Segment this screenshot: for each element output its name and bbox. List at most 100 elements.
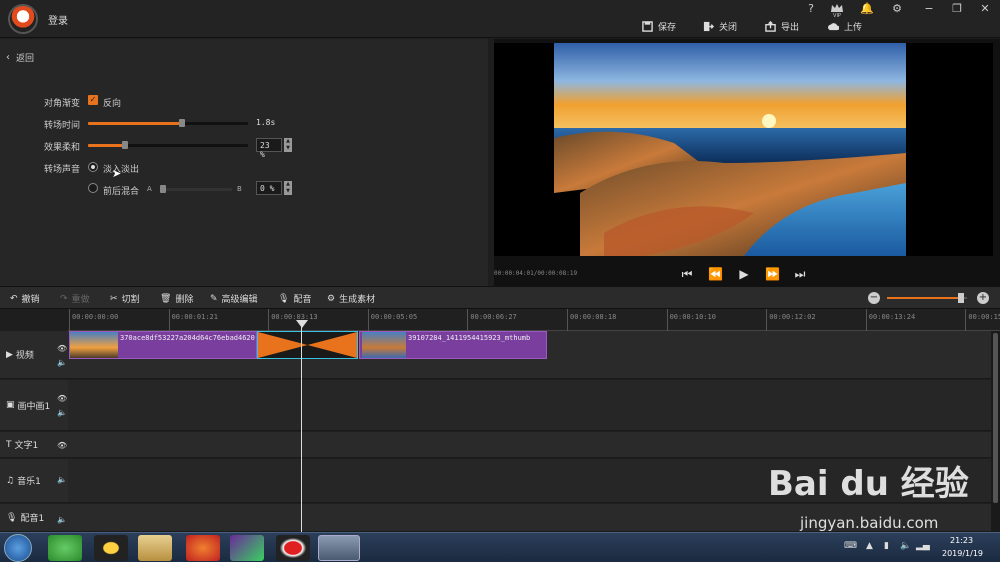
skip-start-icon[interactable]: ⏮ xyxy=(680,267,694,281)
softness-slider-handle[interactable] xyxy=(122,141,128,149)
flag-icon[interactable]: ▲ xyxy=(866,541,873,551)
reverse-checkbox[interactable]: ✓ xyxy=(88,95,98,105)
speaker-icon[interactable]: 🔈 xyxy=(57,515,67,524)
duration-slider-handle[interactable] xyxy=(179,119,185,127)
help-icon[interactable]: ? xyxy=(800,2,822,15)
taskbar-app-recorder[interactable] xyxy=(276,535,310,561)
mix-input[interactable]: 0 % xyxy=(256,181,282,195)
vip-icon[interactable]: VIP xyxy=(826,4,848,19)
clock-time[interactable]: 21:23 xyxy=(950,536,973,545)
undo-label: 撤销 xyxy=(21,295,40,305)
login-link[interactable]: 登录 xyxy=(48,12,68,27)
minimize-button[interactable]: − xyxy=(918,2,940,15)
softness-slider[interactable] xyxy=(88,141,248,149)
zoom-slider[interactable] xyxy=(887,293,967,303)
taskbar-app-browser[interactable] xyxy=(48,535,82,561)
mix-radio[interactable] xyxy=(88,183,98,193)
undo-button[interactable]: ↶ 撤销 xyxy=(10,292,40,306)
keyboard-icon[interactable]: ⌨ xyxy=(844,541,857,551)
zoom-in-icon[interactable]: + xyxy=(977,292,989,304)
playhead[interactable] xyxy=(301,320,302,532)
reverse-label: 反向 xyxy=(103,99,122,109)
export-button[interactable]: 导出 xyxy=(765,18,799,34)
taskbar-app-explorer[interactable] xyxy=(138,535,172,561)
ruler-tick-line xyxy=(666,309,668,331)
advanced-edit-button[interactable]: ✎ 高级编辑 xyxy=(210,292,258,306)
volume-icon[interactable]: 🔈 xyxy=(900,541,911,551)
generate-material-button[interactable]: ⚙ 生成素材 xyxy=(327,292,376,306)
track-header-pip: ▣ 画中画1 👁 🔈 xyxy=(0,380,68,431)
speaker-icon[interactable]: 🔈 xyxy=(57,475,67,484)
skip-end-icon[interactable]: ⏭ xyxy=(793,267,807,281)
taskbar: ⌨ ▲ ▮ 🔈 ▂▄ 21:23 2019/1/19 xyxy=(0,532,1000,562)
save-label: 保存 xyxy=(658,22,677,33)
step-back-icon[interactable]: ⏪ xyxy=(708,267,723,281)
fade-radio[interactable] xyxy=(88,162,98,172)
dub-label: 配音 xyxy=(293,295,312,305)
network-icon[interactable]: ▂▄ xyxy=(916,541,930,551)
pip-icon: ▣ xyxy=(6,400,15,410)
track-header-voice: 🎙 配音1 🔈 xyxy=(0,504,68,532)
microphone-icon: 🎙 xyxy=(278,293,290,304)
close-button[interactable]: 关闭 xyxy=(703,18,737,34)
duration-slider-fill xyxy=(88,122,182,125)
cut-label: 切割 xyxy=(121,295,140,305)
eye-icon[interactable]: 👁 xyxy=(57,394,67,403)
taskbar-app-video-editor[interactable] xyxy=(318,535,360,561)
taskbar-app-qq[interactable] xyxy=(94,535,128,561)
step-forward-icon[interactable]: ⏩ xyxy=(765,267,780,281)
delete-button[interactable]: 🗑 删除 xyxy=(160,292,194,306)
speaker-icon[interactable]: 🔈 xyxy=(57,408,67,417)
softness-input[interactable]: 23 % xyxy=(256,138,282,159)
video-clip-1[interactable]: 370ace8df53227a204d64c76ebad4620 xyxy=(69,331,257,359)
zoom-out-icon[interactable]: − xyxy=(868,292,880,304)
ruler-tick-line xyxy=(865,309,867,331)
back-button[interactable]: ‹ 返回 xyxy=(6,51,34,64)
timeline-ruler[interactable]: 00:00:00:00 00:00:01:21 00:00:03:13 00:00:0… xyxy=(68,309,1000,331)
export-icon xyxy=(765,20,776,32)
cut-button[interactable]: ✂ 切割 xyxy=(110,292,140,306)
redo-icon: ↷ xyxy=(60,293,68,304)
softness-slider-fill xyxy=(88,144,125,147)
preview-screen xyxy=(494,43,993,256)
battery-icon[interactable]: ▮ xyxy=(884,541,889,551)
dub-button[interactable]: 🎙 配音 xyxy=(278,292,312,306)
back-label: 返回 xyxy=(16,54,35,64)
title-bar: 登录 ? VIP 🔔 ⚙ − ❐ ✕ 保存 关闭 导出 上传 xyxy=(0,0,1000,38)
speaker-icon[interactable]: 🔈 xyxy=(57,358,67,367)
settings-icon[interactable]: ⚙ xyxy=(886,2,908,15)
save-button[interactable]: 保存 xyxy=(642,18,676,34)
mix-slider[interactable] xyxy=(160,185,232,193)
start-button[interactable] xyxy=(4,534,32,562)
save-icon xyxy=(642,20,653,32)
bell-icon[interactable]: 🔔 xyxy=(856,2,878,15)
taskbar-app-player[interactable] xyxy=(230,535,264,561)
redo-button[interactable]: ↷ 重做 xyxy=(60,292,90,306)
mix-slider-handle[interactable] xyxy=(160,185,166,193)
softness-label: 效果柔和 xyxy=(44,143,81,153)
delete-label: 删除 xyxy=(175,295,194,305)
close-window-button[interactable]: ✕ xyxy=(974,2,996,15)
edit-toolbar: ↶ 撤销 ↷ 重做 ✂ 切割 🗑 删除 ✎ 高级编辑 🎙 配音 ⚙ 生成素材 − + xyxy=(0,286,1000,309)
maximize-button[interactable]: ❐ xyxy=(946,2,968,15)
ruler-tick-label: 00:00:12:02 xyxy=(769,313,816,321)
scrollbar-thumb[interactable] xyxy=(993,333,998,503)
eye-icon[interactable]: 👁 xyxy=(57,441,67,450)
ruler-tick-line xyxy=(69,309,70,331)
taskbar-app-firefox[interactable] xyxy=(186,535,220,561)
zoom-slider-handle[interactable] xyxy=(958,293,964,303)
softness-stepper[interactable]: ▲ ▼ xyxy=(284,138,292,152)
eye-icon[interactable]: 👁 xyxy=(57,344,67,353)
generate-material-label: 生成素材 xyxy=(339,295,376,305)
transition-block[interactable] xyxy=(257,331,358,359)
upload-button[interactable]: 上传 xyxy=(828,18,862,34)
playhead-handle[interactable] xyxy=(296,320,308,328)
timeline-scrollbar[interactable] xyxy=(991,331,1000,532)
advanced-edit-label: 高级编辑 xyxy=(221,295,258,305)
video-clip-2[interactable]: 39107284_1411954415923_mthumb xyxy=(359,331,547,359)
play-icon[interactable]: ▶ xyxy=(737,267,751,281)
scissors-icon: ✂ xyxy=(110,293,118,304)
mix-stepper[interactable]: ▲ ▼ xyxy=(284,181,292,195)
clock-date[interactable]: 2019/1/19 xyxy=(942,549,983,558)
duration-slider[interactable] xyxy=(88,119,248,127)
